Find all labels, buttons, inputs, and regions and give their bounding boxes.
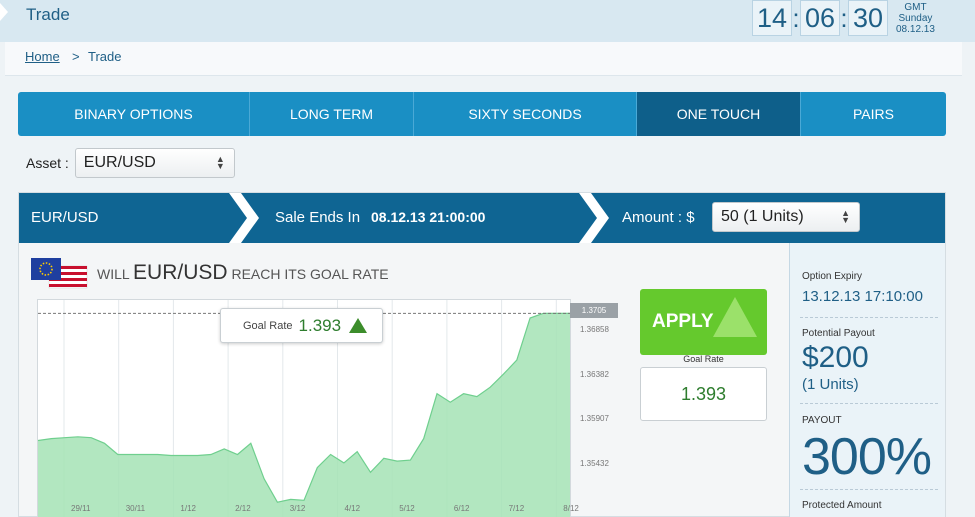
potential-payout-label: Potential Payout [802, 328, 875, 339]
x-tick-label: 30/11 [125, 504, 146, 513]
tab-binary-options[interactable]: BINARY OPTIONS [18, 92, 250, 136]
chevron-right-icon [229, 193, 259, 243]
breadcrumb-home-link[interactable]: Home [25, 49, 60, 64]
y-tick-label: 1.35907 [580, 414, 609, 424]
chevron-right-icon [579, 193, 609, 243]
divider [800, 403, 938, 404]
clock-seconds: 30 [848, 0, 888, 36]
up-arrow-icon [349, 318, 368, 333]
x-tick-label: 1/12 [180, 504, 196, 513]
y-tick-label: 1.35432 [580, 458, 609, 468]
amount-select[interactable]: 50 (1 Units) ▲ ▼ [712, 202, 860, 232]
tab-long-term[interactable]: LONG TERM [250, 92, 414, 136]
page-title: Trade [26, 5, 70, 24]
divider [800, 317, 938, 318]
clock-zone: GMT [904, 1, 927, 13]
question-pair: EUR/USD [133, 261, 228, 284]
clock-day: Sunday [898, 12, 933, 24]
protected-amount-label: Protected Amount [802, 500, 882, 511]
clock-hours: 14 [752, 0, 792, 36]
option-info-sidebar: Option Expiry 13.12.13 17:10:00 Potentia… [789, 243, 945, 517]
asset-select[interactable]: EUR/USD ▲ ▼ [74, 148, 235, 178]
payout-percent-label: PAYOUT [802, 415, 842, 426]
sale-ends-date: 08.12.13 21:00:00 [371, 209, 486, 225]
goal-rate-label: Goal Rate [683, 354, 724, 364]
x-tick-label: 2/12 [235, 504, 251, 513]
up-arrow-icon [713, 297, 757, 337]
x-tick-label: 7/12 [508, 504, 525, 513]
goal-rate-tooltip: Goal Rate 1.393 [220, 308, 383, 343]
trade-type-tabs: BINARY OPTIONS LONG TERM SIXTY SECONDS O… [18, 92, 946, 136]
x-tick-label: 3/12 [289, 504, 306, 513]
price-axis: 1.36858 1.36382 1.35907 1.35432 [570, 299, 620, 517]
question-prefix: WILL [97, 266, 130, 282]
y-tick-label: 1.36382 [580, 369, 609, 379]
y-tick-label: 1.36858 [580, 325, 609, 335]
asset-select-value: EUR/USD [83, 154, 156, 171]
amount-label: Amount : $ [622, 209, 695, 226]
clock-colon: : [840, 2, 848, 33]
goal-rate-tooltip-label: Goal Rate [243, 319, 293, 332]
apply-button-label: APPLY [652, 311, 714, 332]
goal-rate-tooltip-value: 1.393 [298, 315, 342, 335]
option-expiry-value: 13.12.13 17:10:00 [802, 288, 923, 305]
header-notch [0, 3, 8, 21]
select-arrows-icon: ▲ ▼ [841, 208, 850, 225]
clock-minutes: 06 [800, 0, 840, 36]
breadcrumb-separator: > [72, 49, 80, 64]
sale-ends-label: Sale Ends In [275, 209, 361, 226]
clock-date: 08.12.13 [896, 23, 935, 35]
amount-select-value: 50 (1 Units) [721, 208, 804, 225]
tab-pairs[interactable]: PAIRS [801, 92, 946, 136]
question-headline: WILL EUR/USD REACH ITS GOAL RATE [97, 261, 389, 285]
trade-bar-pair: EUR/USD [31, 209, 99, 226]
asset-selector-row: Asset : EUR/USD ▲ ▼ [26, 148, 235, 178]
eur-usd-flag-icon [31, 258, 88, 289]
tab-sixty-seconds[interactable]: SIXTY SECONDS [414, 92, 637, 136]
price-area [38, 313, 570, 517]
asset-label: Asset : [26, 155, 69, 171]
x-tick-label: 4/12 [344, 504, 361, 513]
divider [800, 489, 938, 490]
breadcrumb: Home > Trade [5, 42, 962, 76]
tab-one-touch[interactable]: ONE TOUCH [637, 92, 801, 136]
current-price-tag: 1.3705 [570, 303, 618, 318]
goal-rate-value: 1.393 [640, 367, 767, 421]
x-tick-label: 8/12 [563, 504, 579, 513]
x-tick-label: 6/12 [453, 504, 470, 513]
potential-payout-units: (1 Units) [802, 376, 859, 393]
payout-percent-value: 300% [802, 428, 932, 486]
x-tick-label: 5/12 [399, 504, 415, 513]
clock-colon: : [792, 2, 800, 33]
question-suffix: REACH ITS GOAL RATE [231, 266, 389, 282]
server-clock: 14 : 06 : 30 GMT Sunday 08.12.13 [752, 0, 935, 36]
clock-meta: GMT Sunday 08.12.13 [896, 2, 935, 35]
potential-payout-value: $200 [802, 341, 869, 374]
option-expiry-label: Option Expiry [802, 271, 863, 282]
breadcrumb-current: Trade [88, 49, 122, 64]
apply-button[interactable]: APPLY [640, 289, 767, 355]
x-tick-label: 29/11 [71, 504, 91, 513]
select-arrows-icon: ▲ ▼ [215, 154, 225, 171]
trade-bar: EUR/USD Sale Ends In 08.12.13 21:00:00 A… [19, 193, 945, 243]
trade-panel: EUR/USD Sale Ends In 08.12.13 21:00:00 A… [18, 192, 946, 517]
